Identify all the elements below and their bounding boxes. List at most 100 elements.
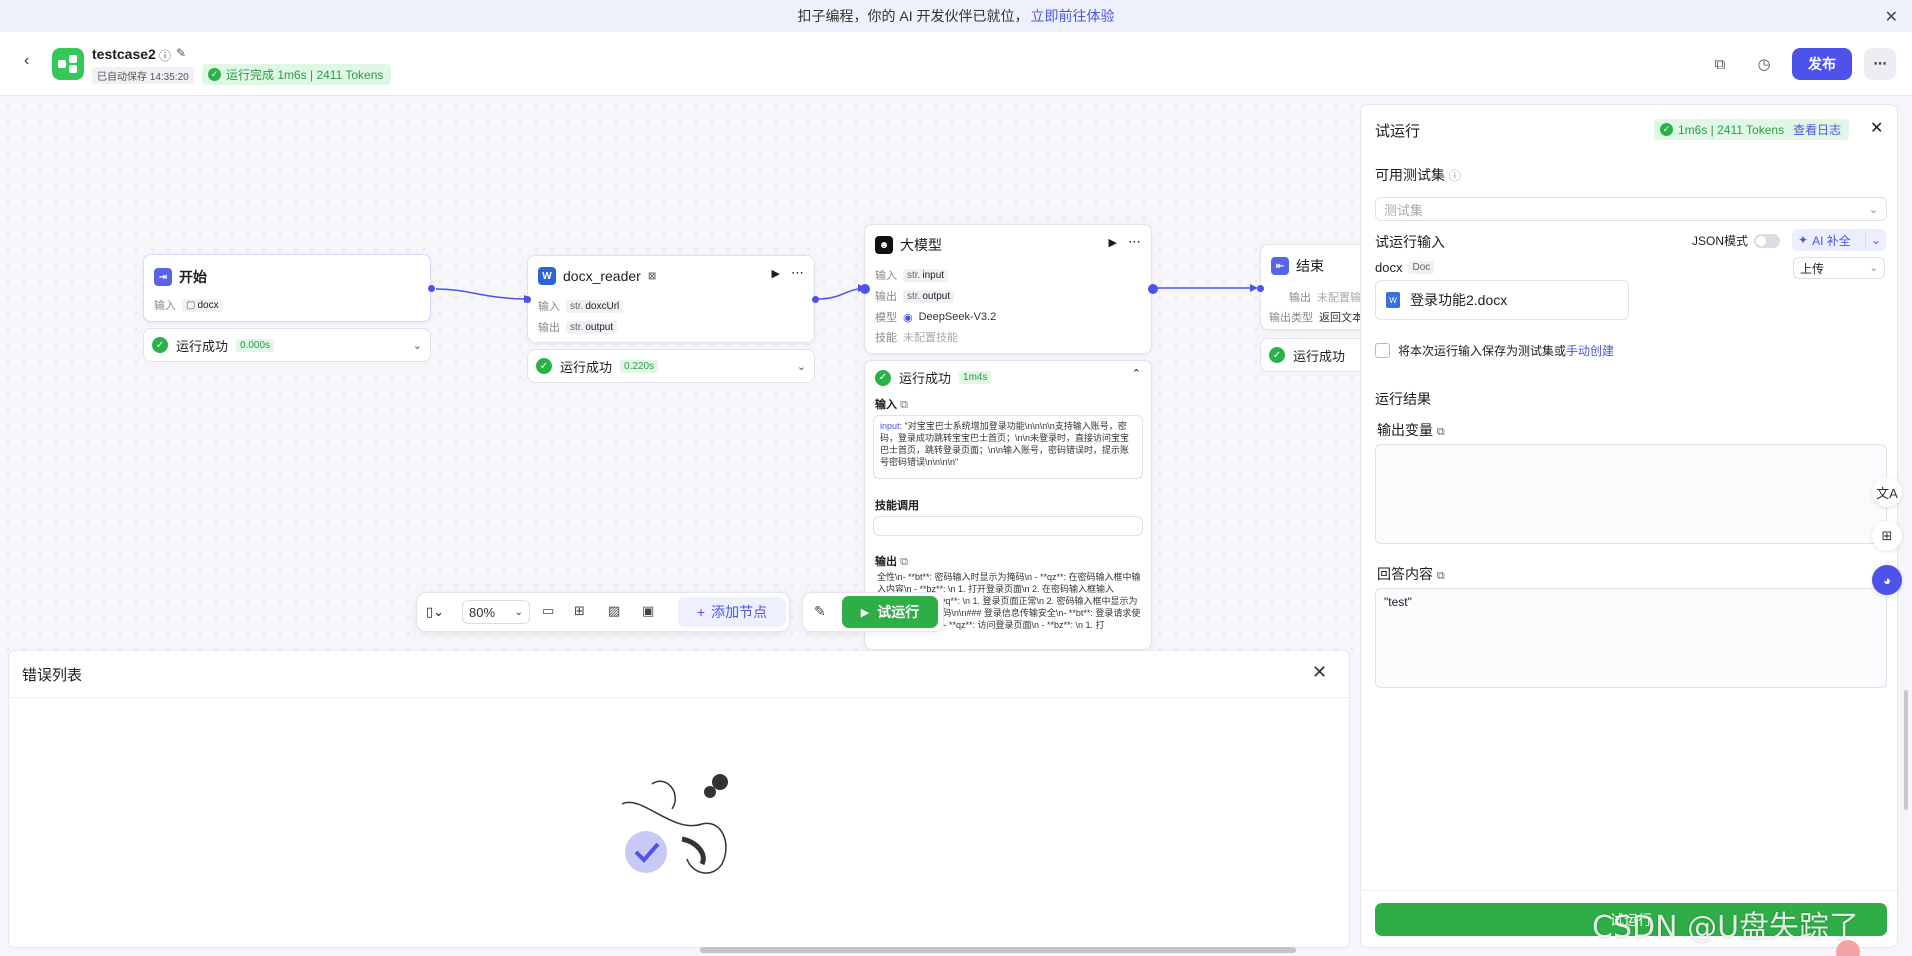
copy-icon[interactable]: ⧉: [1437, 426, 1445, 438]
start-run-result[interactable]: ✓ 运行成功 0.000s ⌄: [143, 328, 431, 362]
chevron-down-icon[interactable]: ⌄: [413, 339, 422, 352]
docx-output-port[interactable]: [812, 296, 819, 303]
wrench-icon[interactable]: ✎: [814, 603, 826, 620]
assistant-icon[interactable]: ◕: [1872, 565, 1902, 595]
chevron-up-icon[interactable]: ⌃: [1132, 367, 1141, 380]
save-testset-row: 将本次运行输入保存为测试集或手动创建: [1375, 342, 1614, 359]
chevron-down-icon: ⌄: [1868, 203, 1878, 216]
llm-time: 1m4s: [959, 371, 992, 384]
zoom-select[interactable]: 80% ⌄: [462, 600, 530, 624]
close-icon[interactable]: ✕: [1870, 118, 1883, 138]
llm-skills-box: [873, 516, 1143, 536]
plus-icon: +: [696, 604, 706, 620]
empty-state-illustration: [621, 774, 728, 874]
docx-run-result[interactable]: ✓ 运行成功 0.220s ⌄: [527, 349, 815, 383]
error-list-title: 错误列表: [22, 667, 83, 684]
upload-select[interactable]: 上传 ⌄: [1793, 257, 1885, 279]
chevron-down-icon: ⌄: [1869, 262, 1878, 274]
publish-button[interactable]: 发布: [1792, 48, 1852, 80]
end-status: 运行成功: [1293, 348, 1346, 364]
llm-out-tag: str. output: [903, 289, 955, 303]
more-icon[interactable]: ⋯: [791, 265, 804, 281]
end-title: 结束: [1296, 258, 1324, 274]
view-log-link[interactable]: 查看日志: [1793, 121, 1841, 138]
comment-icon[interactable]: ▭: [542, 603, 554, 619]
docx-in-tag: str. doxcUrl: [566, 299, 624, 313]
zoom-value: 80%: [469, 604, 496, 620]
testset-select[interactable]: 测试集 ⌄: [1375, 197, 1887, 221]
llm-output-section: 输出 ⧉: [875, 556, 908, 568]
docx-status: 运行成功: [560, 359, 613, 375]
end-run-result[interactable]: ✓ 运行成功: [1260, 338, 1370, 372]
deepseek-icon: ◉: [903, 311, 913, 324]
word-icon: W: [538, 267, 556, 285]
llm-output-port[interactable]: [1148, 284, 1158, 294]
toggle-switch[interactable]: [1754, 233, 1781, 248]
end-icon: ⇤: [1271, 257, 1289, 275]
docx-out-value: output: [585, 321, 614, 333]
history-icon[interactable]: ◷: [1750, 50, 1778, 78]
docx-type-tag: Doc: [1408, 261, 1435, 274]
start-status: 运行成功: [176, 338, 229, 354]
start-time: 0.000s: [236, 338, 275, 352]
play-icon[interactable]: ▶: [1109, 236, 1117, 249]
sparkle-icon: ✦: [1798, 233, 1809, 247]
start-node-title: 开始: [179, 269, 207, 285]
llm-input-key: input: [880, 421, 900, 431]
end-input-port[interactable]: [1257, 285, 1264, 292]
minimap-icon[interactable]: ▣: [642, 603, 654, 619]
end-node[interactable]: ⇤ 结束 输出 未配置输 输出类型 返回文本: [1260, 244, 1370, 330]
add-node-button[interactable]: + 添加节点: [678, 597, 786, 627]
mouse-mode-icon[interactable]: ▯⌄: [426, 604, 444, 620]
apps-icon[interactable]: ⊞: [1872, 521, 1902, 551]
llm-out-value: output: [922, 290, 951, 302]
close-icon[interactable]: ✕: [1312, 662, 1327, 683]
docx-reader-title: docx_reader: [563, 268, 641, 284]
llm-input-port[interactable]: [860, 284, 870, 294]
save-testset-checkbox[interactable]: [1375, 343, 1390, 358]
start-icon: ⇥: [154, 268, 172, 286]
edge-docx-llm: [817, 287, 865, 300]
play-icon[interactable]: ▶: [772, 267, 780, 280]
test-run-button[interactable]: ▶ 试运行: [842, 596, 938, 628]
docx-input-port[interactable]: [524, 296, 531, 303]
copy-icon[interactable]: ⧉: [900, 556, 908, 568]
start-input-tag: ▢ docx: [182, 298, 223, 312]
llm-input-text: "对宝宝巴士系统增加登录功能\n\n\n\n支持输入账号，密码，登录成功跳转宝宝…: [880, 421, 1130, 467]
copy-icon[interactable]: ⧉: [1437, 570, 1445, 582]
uploaded-file[interactable]: W 登录功能2.docx: [1375, 280, 1629, 320]
more-icon[interactable]: ⋯: [1128, 234, 1141, 250]
chevron-down-icon[interactable]: ⌄: [797, 360, 806, 373]
output-var-label: 输出变量 ⧉: [1377, 422, 1445, 438]
llm-node[interactable]: ☻ 大模型 ▶ ⋯ 输入 str. input 输出 str. output 模型 …: [864, 224, 1152, 354]
edge-start-docx: [435, 288, 525, 300]
more-icon[interactable]: ⋯: [1864, 48, 1896, 80]
info-icon[interactable]: ⓘ: [1449, 169, 1461, 183]
json-mode-toggle[interactable]: JSON模式: [1692, 232, 1781, 249]
close-icon[interactable]: ✕: [1885, 7, 1898, 27]
horizontal-scrollbar[interactable]: [700, 947, 1296, 953]
docx-reader-node[interactable]: W docx_reader ⊠ ▶ ⋯ 输入 str. doxcUrl 输出 st…: [527, 255, 815, 343]
model-icon: ☻: [875, 236, 893, 254]
image-icon[interactable]: ▨: [608, 603, 620, 619]
add-node-label: 添加节点: [711, 604, 768, 620]
llm-skills-section: 技能调用: [875, 500, 919, 512]
docx-in-value: doxcUrl: [585, 300, 620, 312]
file-name: 登录功能2.docx: [1410, 292, 1508, 308]
output-var-box: [1375, 444, 1887, 544]
llm-input-box: input: "对宝宝巴士系统增加登录功能\n\n\n\n支持输入账号，密码，登…: [873, 415, 1143, 479]
layout-icon[interactable]: ⊞: [574, 603, 585, 619]
panel-scrollbar[interactable]: [1904, 690, 1908, 810]
ai-fill-button[interactable]: ✦ AI 补全 ⌄: [1792, 229, 1886, 251]
copy-icon[interactable]: ⧉: [900, 399, 908, 411]
chevron-down-icon[interactable]: ⌄: [1864, 233, 1886, 247]
start-node[interactable]: ⇥ 开始 输入 ▢ docx: [143, 254, 431, 322]
start-output-port[interactable]: [428, 285, 435, 292]
translate-icon[interactable]: 文A: [1872, 477, 1902, 507]
answer-box: "test": [1375, 588, 1887, 688]
copy-icon[interactable]: ⧉: [1706, 50, 1734, 78]
manual-create-link[interactable]: 手动创建: [1566, 344, 1614, 358]
check-icon: ✓: [1269, 347, 1285, 363]
llm-in-value: input: [922, 269, 945, 281]
llm-in-label: 输入: [875, 270, 897, 282]
